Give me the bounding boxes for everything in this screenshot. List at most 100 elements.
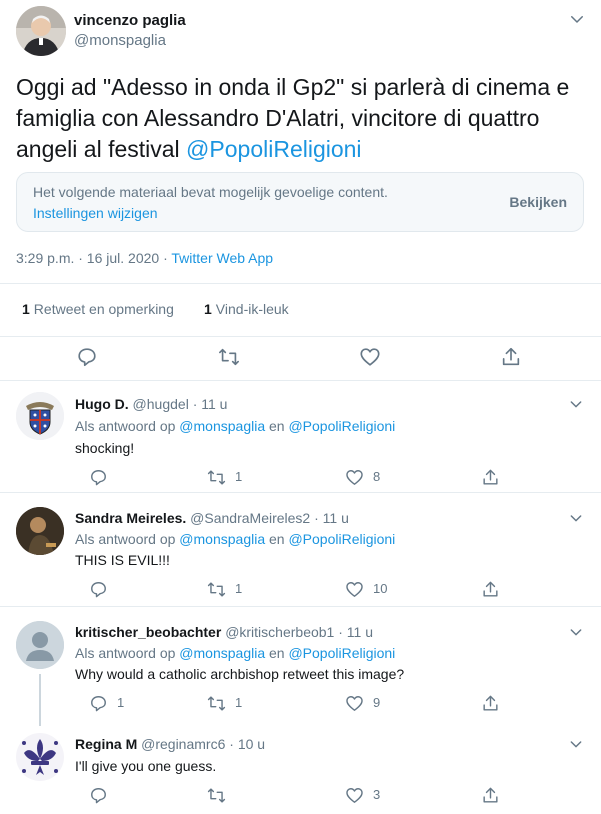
likes-label: Vind-ik-leuk	[215, 301, 289, 317]
tweet-stats: 1 Retweet en opmerking 1 Vind-ik-leuk	[0, 283, 601, 337]
author-handle[interactable]: @monspaglia	[74, 32, 166, 49]
like-icon[interactable]	[359, 346, 381, 368]
mention-link[interactable]: @PopoliReligioni	[186, 136, 362, 162]
avatar[interactable]	[16, 733, 64, 781]
reply-context-prefix: Als antwoord op	[75, 531, 180, 547]
avatar[interactable]	[16, 621, 64, 669]
reply-context-prefix: Als antwoord op	[75, 418, 180, 434]
default-avatar-icon	[16, 621, 64, 669]
likes-count: 1	[204, 301, 212, 317]
reply-author-name[interactable]: Hugo D.	[75, 396, 129, 412]
sensitive-media-notice: Het volgende materiaal bevat mogelijk ge…	[16, 172, 584, 232]
reply-author-name[interactable]: Regina M	[75, 736, 137, 752]
reply-icon	[91, 470, 106, 486]
author-avatar[interactable]	[16, 6, 66, 56]
reply-to-mention[interactable]: @monspaglia	[179, 645, 265, 661]
reply-text: I'll give you one guess.	[75, 758, 217, 774]
portrait-image	[16, 507, 64, 555]
main-tweet: vincenzo paglia @monspaglia Oggi ad "Ade…	[0, 0, 601, 381]
reply-author-name[interactable]: kritischer_beobachter	[75, 624, 221, 640]
reply-context: Als antwoord op @monspaglia en @PopoliRe…	[75, 531, 395, 547]
reply-time[interactable]: · 11 u	[314, 510, 349, 526]
reply-author-name[interactable]: Sandra Meireles.	[75, 510, 186, 526]
reply-time[interactable]: · 11 u	[338, 624, 373, 640]
view-button[interactable]: Bekijken	[509, 194, 567, 210]
reply-tweet[interactable]: Sandra Meireles. @SandraMeireles2 · 11 u…	[0, 493, 601, 607]
reply-context-and: en	[265, 531, 289, 547]
share-icon	[483, 581, 498, 597]
retweet-count: 1	[235, 581, 243, 596]
tweet-text-line-1: Oggi ad "Adesso in onda il Gp2" si parle…	[16, 74, 570, 100]
retweet-icon	[207, 696, 226, 711]
reply-icon	[91, 696, 106, 712]
chevron-down-icon[interactable]	[568, 736, 584, 752]
retweets-label: Retweet en opmerking	[33, 301, 174, 317]
like-icon	[346, 582, 363, 597]
chevron-down-icon[interactable]	[568, 396, 584, 412]
retweets-stat[interactable]: 1 Retweet en opmerking	[22, 301, 174, 317]
retweet-icon	[207, 788, 226, 803]
reply-text: THIS IS EVIL!!!	[75, 552, 170, 568]
reply-context-prefix: Als antwoord op	[75, 645, 180, 661]
reply-to-mention[interactable]: @PopoliReligioni	[288, 645, 395, 661]
share-icon	[483, 695, 498, 711]
retweet-count: 1	[235, 469, 243, 484]
tweet-source[interactable]: Twitter Web App	[171, 250, 273, 266]
share-icon	[483, 787, 498, 803]
retweet-icon	[207, 582, 226, 597]
share-icon	[483, 469, 498, 485]
reply-to-mention[interactable]: @monspaglia	[179, 531, 265, 547]
reply-author-handle[interactable]: @hugdel	[133, 396, 189, 412]
retweet-count: 1	[235, 695, 243, 710]
reply-author-handle[interactable]: @kritischerbeob1	[225, 624, 334, 640]
like-count: 10	[373, 581, 388, 596]
reply-header: Sandra Meireles. @SandraMeireles2 · 11 u	[75, 510, 349, 526]
tweet-meta: 3:29 p.m. · 16 jul. 2020 · Twitter Web A…	[16, 250, 273, 266]
reply-context: Als antwoord op @monspaglia en @PopoliRe…	[75, 418, 395, 434]
reply-context-and: en	[265, 645, 289, 661]
reply-author-handle[interactable]: @SandraMeireles2	[190, 510, 310, 526]
like-count: 8	[373, 469, 381, 484]
reply-header: Hugo D. @hugdel · 11 u	[75, 396, 227, 412]
tweet-text: Oggi ad "Adesso in onda il Gp2" si parle…	[16, 72, 586, 165]
reply-header: Regina M @reginamrc6 · 10 u	[75, 736, 265, 752]
like-count: 3	[373, 787, 381, 802]
avatar[interactable]	[16, 392, 64, 440]
like-count: 9	[373, 695, 381, 710]
coat-of-arms-icon	[16, 392, 64, 440]
reply-to-mention[interactable]: @PopoliReligioni	[288, 531, 395, 547]
chevron-down-icon[interactable]	[568, 10, 586, 28]
reply-tweet[interactable]: Regina M @reginamrc6 · 10 u I'll give yo…	[0, 725, 601, 814]
share-icon[interactable]	[500, 346, 522, 368]
reply-tweet[interactable]: kritischer_beobachter @kritischerbeob1 ·…	[0, 607, 601, 725]
reply-count: 1	[117, 695, 125, 710]
chevron-down-icon[interactable]	[568, 510, 584, 526]
reply-time[interactable]: · 10 u	[229, 736, 265, 752]
change-settings-link[interactable]: Instellingen wijzigen	[33, 205, 158, 221]
fleur-de-lis-icon	[16, 733, 64, 781]
reply-text: Why would a catholic archbishop retweet …	[75, 666, 405, 682]
tweet-text-line-2: famiglia con Alessandro D'Alatri, vincit…	[16, 105, 540, 131]
chevron-down-icon[interactable]	[568, 624, 584, 640]
reply-to-mention[interactable]: @monspaglia	[179, 418, 265, 434]
reply-context-and: en	[265, 418, 289, 434]
like-icon	[346, 470, 363, 485]
reply-author-handle[interactable]: @reginamrc6	[141, 736, 225, 752]
reply-to-mention[interactable]: @PopoliReligioni	[288, 418, 395, 434]
reply-tweet[interactable]: Hugo D. @hugdel · 11 u Als antwoord op @…	[0, 381, 601, 493]
retweet-icon[interactable]	[218, 346, 240, 368]
reply-icon	[91, 788, 106, 804]
likes-stat[interactable]: 1 Vind-ik-leuk	[204, 301, 289, 317]
reply-icon[interactable]	[76, 346, 98, 368]
avatar[interactable]	[16, 507, 64, 555]
reply-time[interactable]: · 11 u	[193, 396, 228, 412]
tweet-timestamp[interactable]: 3:29 p.m. · 16 jul. 2020 ·	[16, 250, 171, 266]
reply-icon	[91, 582, 106, 598]
reply-text: shocking!	[75, 440, 135, 456]
retweet-icon	[207, 470, 226, 485]
like-icon	[346, 788, 363, 803]
author-name[interactable]: vincenzo paglia	[74, 12, 186, 29]
reply-header: kritischer_beobachter @kritischerbeob1 ·…	[75, 624, 373, 640]
like-icon	[346, 696, 363, 711]
sensitive-notice-text: Het volgende materiaal bevat mogelijk ge…	[33, 184, 388, 200]
